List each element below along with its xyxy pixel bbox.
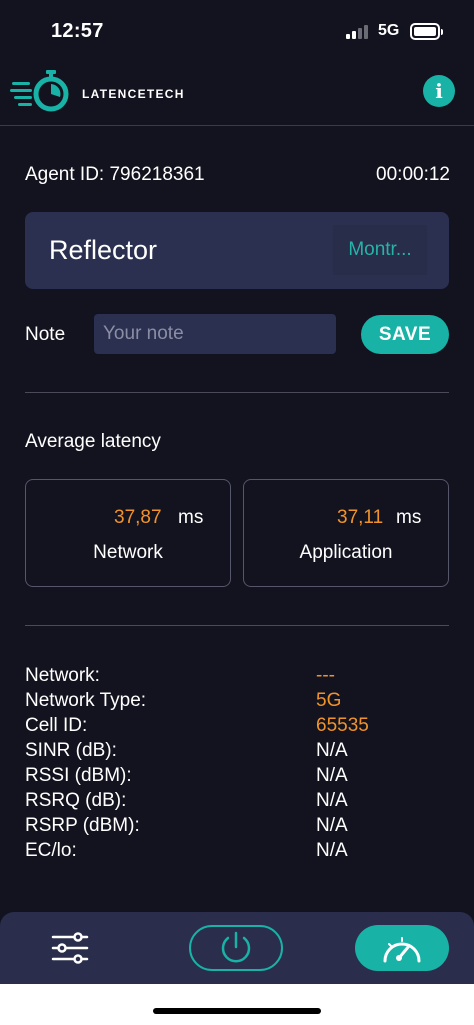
- network-latency-label: Network: [93, 542, 163, 563]
- info-value: N/A: [316, 815, 348, 836]
- info-row-sinr: SINR (dB): N/A: [25, 740, 449, 765]
- application-latency-label: Application: [299, 542, 393, 563]
- info-key: RSSI (dBM):: [25, 765, 132, 786]
- info-value: 5G: [316, 690, 342, 711]
- network-info-list: Network: --- Network Type: 5G Cell ID: 6…: [25, 665, 449, 865]
- network-latency-value: 37,87: [114, 507, 162, 528]
- agent-id: Agent ID: 796218361: [25, 164, 205, 185]
- save-button[interactable]: SAVE: [361, 315, 449, 354]
- info-row-ec-io: EC/lo: N/A: [25, 840, 449, 865]
- info-key: Network Type:: [25, 690, 147, 711]
- divider: [25, 392, 449, 393]
- stopwatch-logo-icon: [10, 70, 69, 112]
- info-icon: i: [435, 79, 443, 103]
- info-key: SINR (dB):: [25, 740, 117, 761]
- home-indicator[interactable]: [153, 1008, 321, 1014]
- signal-icon: [346, 25, 372, 39]
- home-indicator-area: [0, 984, 474, 1025]
- agent-row: Agent ID: 796218361 00:00:12: [25, 164, 450, 190]
- brand-name: LATENCETECH: [82, 87, 185, 101]
- info-row-rsrp: RSRP (dBM): N/A: [25, 815, 449, 840]
- info-row-network: Network: ---: [25, 665, 449, 690]
- info-value: 65535: [316, 715, 369, 736]
- info-value: N/A: [316, 740, 348, 761]
- settings-button[interactable]: [50, 928, 90, 968]
- info-value: ---: [316, 665, 335, 686]
- info-row-rssi: RSSI (dBM): N/A: [25, 765, 449, 790]
- divider: [25, 625, 449, 626]
- reflector-dropdown[interactable]: Montr...: [333, 225, 427, 275]
- info-value: N/A: [316, 765, 348, 786]
- info-key: Cell ID:: [25, 715, 88, 736]
- info-key: EC/lo:: [25, 840, 77, 861]
- note-input[interactable]: [94, 314, 336, 354]
- network-latency-card: 37,87 ms Network: [25, 479, 231, 587]
- info-key: Network:: [25, 665, 100, 686]
- app-header: LATENCETECH i: [0, 62, 474, 126]
- reflector-label: Reflector: [49, 235, 158, 265]
- info-key: RSRQ (dB):: [25, 790, 127, 811]
- note-label: Note: [25, 324, 66, 345]
- power-icon: [221, 931, 251, 963]
- info-row-rsrq: RSRQ (dB): N/A: [25, 790, 449, 815]
- sliders-icon: [51, 932, 89, 964]
- info-row-network-type: Network Type: 5G: [25, 690, 449, 715]
- average-latency-title: Average latency: [25, 431, 161, 452]
- power-button[interactable]: [189, 925, 283, 971]
- bottom-nav-bar: [0, 912, 474, 984]
- reflector-selector[interactable]: Reflector Montr...: [25, 212, 449, 289]
- session-timer: 00:00:12: [376, 164, 450, 185]
- network-latency-unit: ms: [178, 507, 204, 528]
- status-time: 12:57: [51, 20, 104, 42]
- info-value: N/A: [316, 840, 348, 861]
- network-type-indicator: 5G: [378, 22, 400, 39]
- info-key: RSRP (dBM):: [25, 815, 140, 836]
- status-bar: 12:57 5G: [0, 0, 474, 62]
- info-button[interactable]: i: [423, 75, 455, 107]
- speed-test-button[interactable]: [355, 925, 449, 971]
- battery-icon: [410, 23, 443, 40]
- speedometer-icon: [383, 937, 421, 963]
- application-latency-value: 37,11: [337, 507, 384, 528]
- application-latency-unit: ms: [396, 507, 422, 528]
- info-value: N/A: [316, 790, 348, 811]
- application-latency-card: 37,11 ms Application: [243, 479, 449, 587]
- info-row-cell-id: Cell ID: 65535: [25, 715, 449, 740]
